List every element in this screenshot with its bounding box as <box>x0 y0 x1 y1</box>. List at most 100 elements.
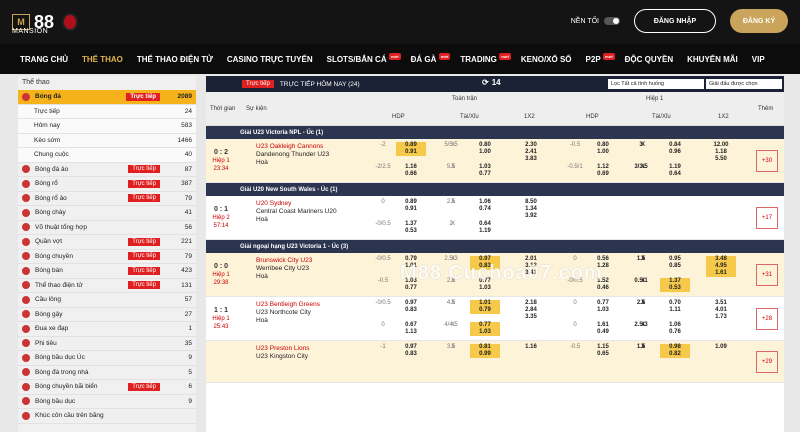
odds-cell[interactable]: 0.81 <box>470 344 500 351</box>
odds-cell[interactable]: 0.95 <box>660 256 690 263</box>
odds-cell[interactable]: 1.15 <box>588 344 618 351</box>
odds-cell[interactable]: 0.91 <box>396 149 426 156</box>
odds-cell[interactable]: 1.00 <box>588 149 618 156</box>
odds-cell[interactable]: 1.06 <box>470 199 500 206</box>
odds-cell[interactable]: 0.83 <box>396 307 426 314</box>
odds-cell[interactable]: 0.74 <box>470 206 500 213</box>
odds-cell[interactable]: 0.76 <box>660 329 690 336</box>
odds-cell[interactable]: 0.89 <box>396 142 426 149</box>
odds-cell[interactable]: 1.03 <box>470 285 500 292</box>
sidebar-item[interactable]: Bóng chuyền Trực tiếp 79 <box>18 250 196 264</box>
odds-cell[interactable]: 1.37 <box>660 278 690 285</box>
sidebar-item[interactable]: Bóng đá trong nhà 5 <box>18 366 196 380</box>
match-teams[interactable]: U23 Bentleigh Greens U23 Northcote City Ho… <box>256 301 320 325</box>
odds-cell[interactable]: 1.03 <box>470 329 500 336</box>
sidebar-item[interactable]: Hôm nay 583 <box>18 119 196 134</box>
odds-cell[interactable]: 0.83 <box>396 351 426 358</box>
away-team[interactable]: U23 Kingston City <box>256 353 309 361</box>
odds-cell[interactable]: 0.80 <box>588 142 618 149</box>
nav-item-10[interactable]: KHUYẾN MÃI <box>687 55 738 64</box>
odds-cell[interactable]: 5.50 <box>706 156 736 163</box>
odds-cell[interactable]: 4.95 <box>706 263 736 270</box>
odds-cell[interactable]: 0.67 <box>396 322 426 329</box>
register-button[interactable]: ĐĂNG KÝ <box>730 9 788 33</box>
odds-cell[interactable]: 0.99 <box>470 351 500 358</box>
odds-cell[interactable]: 0.80 <box>470 142 500 149</box>
odds-cell[interactable]: 0.69 <box>588 171 618 178</box>
home-team[interactable]: U23 Bentleigh Greens <box>256 301 320 309</box>
odds-cell[interactable]: 0.85 <box>660 263 690 270</box>
odds-cell[interactable]: 0.64 <box>470 221 500 228</box>
sidebar-item[interactable]: Bóng chày 41 <box>18 206 196 221</box>
sidebar-item[interactable]: Bóng rổ Trực tiếp 387 <box>18 177 196 192</box>
home-team[interactable]: U20 Sydney <box>256 200 337 208</box>
odds-cell[interactable]: 1.16 <box>516 344 546 351</box>
odds-cell[interactable]: 1.12 <box>588 164 618 171</box>
odds-cell[interactable]: 1.06 <box>660 322 690 329</box>
odds-cell[interactable]: 1.09 <box>706 344 736 351</box>
odds-cell[interactable]: 1.03 <box>588 307 618 314</box>
odds-cell[interactable]: 0.84 <box>660 142 690 149</box>
odds-cell[interactable]: 8.50 <box>516 199 546 206</box>
odds-cell[interactable]: 12.00 <box>706 142 736 149</box>
odds-cell[interactable]: 1.01 <box>470 300 500 307</box>
odds-cell[interactable]: 0.82 <box>660 351 690 358</box>
dark-mode-toggle[interactable]: NỀN TỐI <box>571 17 620 25</box>
nav-item-9[interactable]: ĐỘC QUYỀN <box>625 55 673 64</box>
sidebar-item[interactable]: Bóng bầu dục Úc 9 <box>18 351 196 366</box>
odds-cell[interactable]: 0.91 <box>396 206 426 213</box>
sidebar-item[interactable]: Quần vợt Trực tiếp 221 <box>18 235 196 250</box>
nav-item-1[interactable]: THỂ THAO <box>82 55 123 64</box>
odds-cell[interactable]: 2.84 <box>516 307 546 314</box>
sidebar-item[interactable]: Bóng bầu dục 9 <box>18 395 196 409</box>
league-header[interactable]: Giải U23 Victoria NPL - Úc (1) <box>206 126 784 139</box>
odds-cell[interactable]: 1.61 <box>706 270 736 277</box>
sidebar-item[interactable]: Cầu lông 57 <box>18 293 196 308</box>
nav-item-3[interactable]: CASINO TRỰC TUYẾN <box>227 55 313 64</box>
away-team[interactable]: Dandenong Thunder U23 <box>256 151 329 159</box>
refresh-icon[interactable]: ⟳ <box>482 78 489 87</box>
nav-item-5[interactable]: ĐÁ GÀ mới <box>411 52 451 64</box>
sidebar-item[interactable]: Bóng gậy 27 <box>18 308 196 322</box>
odds-cell[interactable]: 2.18 <box>516 300 546 307</box>
odds-cell[interactable]: 0.97 <box>396 300 426 307</box>
match-teams[interactable]: Brunswick City U23 Werribee City U23 Hoà <box>256 257 312 281</box>
nav-item-2[interactable]: THỂ THAO ĐIỆN TỬ <box>137 55 213 64</box>
odds-cell[interactable]: 1.11 <box>660 307 690 314</box>
sidebar-item[interactable]: Trực tiếp 24 <box>18 104 196 119</box>
sidebar-item[interactable]: Bóng bàn Trực tiếp 423 <box>18 264 196 279</box>
home-team[interactable]: U23 Oakleigh Cannons <box>256 143 329 151</box>
odds-cell[interactable]: 0.96 <box>660 149 690 156</box>
sidebar-item[interactable]: Phi tiêu 35 <box>18 337 196 351</box>
sidebar-item[interactable]: Kèo sớm 1466 <box>18 133 196 148</box>
odds-cell[interactable]: 0.49 <box>588 329 618 336</box>
odds-cell[interactable]: 3.51 <box>706 300 736 307</box>
home-team[interactable]: Brunswick City U23 <box>256 257 312 265</box>
odds-cell[interactable]: 0.77 <box>588 300 618 307</box>
odds-cell[interactable]: 1.13 <box>396 329 426 336</box>
situation-filter[interactable]: Lọc Tất cả tình huống <box>608 79 704 89</box>
odds-cell[interactable]: 0.66 <box>396 171 426 178</box>
odds-cell[interactable]: 0.77 <box>470 322 500 329</box>
odds-cell[interactable]: 1.34 <box>516 206 546 213</box>
odds-cell[interactable]: 3.83 <box>516 156 546 163</box>
odds-cell[interactable]: 3.35 <box>516 314 546 321</box>
nav-item-8[interactable]: P2P mới <box>586 52 615 64</box>
away-team[interactable]: Central Coast Mariners U20 <box>256 208 337 216</box>
odds-cell[interactable]: 1.37 <box>396 221 426 228</box>
odds-cell[interactable]: 0.53 <box>660 285 690 292</box>
odds-cell[interactable]: 0.89 <box>396 199 426 206</box>
odds-cell[interactable]: 0.64 <box>660 171 690 178</box>
sidebar-item[interactable]: Bóng đá Trực tiếp 2089 <box>18 90 196 105</box>
match-teams[interactable]: U23 Oakleigh Cannons Dandenong Thunder U2… <box>256 143 329 167</box>
odds-cell[interactable]: 1.18 <box>706 149 736 156</box>
match-teams[interactable]: U23 Preston Lions U23 Kingston City <box>256 345 309 361</box>
sidebar-item[interactable]: Thể thao điện tử Trực tiếp 131 <box>18 279 196 293</box>
odds-cell[interactable]: 0.70 <box>660 300 690 307</box>
nav-item-6[interactable]: TRADING mới <box>460 52 511 64</box>
odds-cell[interactable]: 3.48 <box>706 256 736 263</box>
nav-item-0[interactable]: TRANG CHỦ <box>20 55 68 64</box>
odds-cell[interactable]: 1.19 <box>660 164 690 171</box>
refresh-count[interactable]: ⟳ 14 <box>482 78 501 87</box>
nav-item-11[interactable]: VIP <box>752 55 765 64</box>
